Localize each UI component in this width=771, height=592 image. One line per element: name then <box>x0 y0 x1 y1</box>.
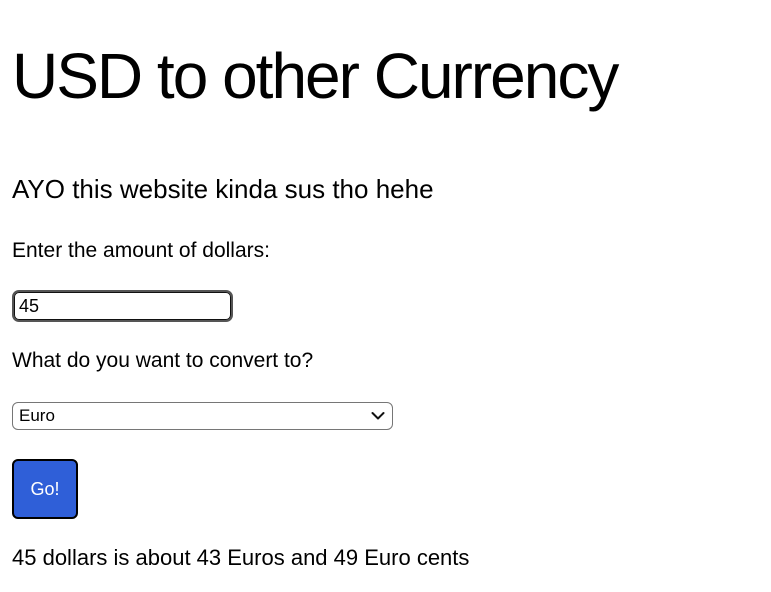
go-button[interactable]: Go! <box>12 459 78 519</box>
conversion-result: 45 dollars is about 43 Euros and 49 Euro… <box>12 545 470 570</box>
convert-label: What do you want to convert to? <box>12 349 314 372</box>
page-subtitle: AYO this website kinda sus tho hehe <box>12 174 434 204</box>
amount-input[interactable] <box>12 290 233 322</box>
amount-label: Enter the amount of dollars: <box>12 239 270 262</box>
page-title: USD to other Currency <box>12 40 619 112</box>
currency-select[interactable]: Euro <box>12 402 393 430</box>
chevron-down-icon <box>370 408 386 424</box>
currency-select-value: Euro <box>19 406 55 425</box>
page: USD to other Currency AYO this website k… <box>0 0 771 592</box>
